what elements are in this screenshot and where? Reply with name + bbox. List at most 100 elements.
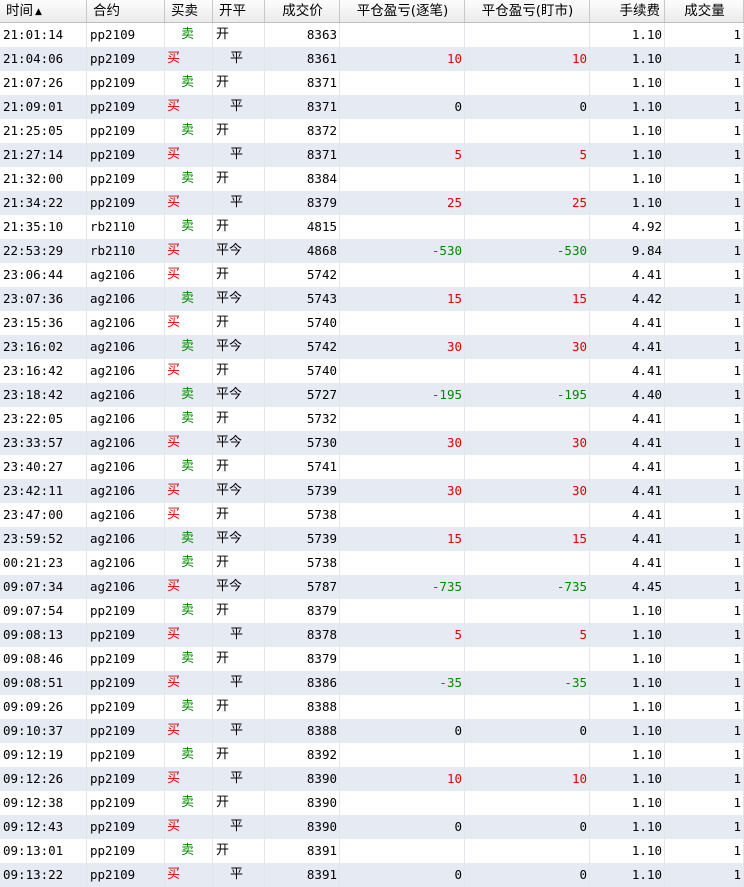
trade-side-cell: 卖: [165, 839, 213, 863]
trade-open-close-cell: 开: [213, 839, 265, 863]
close-flag: 平今: [216, 243, 243, 258]
trade-open-close-cell: 开: [213, 647, 265, 671]
table-row[interactable]: 21:25:05 pp2109 卖 开 8372 1.10 1: [0, 119, 744, 143]
column-header-fee[interactable]: 手续费: [590, 0, 665, 22]
trade-price: 8361: [265, 47, 340, 71]
table-row[interactable]: 23:40:27 ag2106 卖 开 5741 4.41 1: [0, 455, 744, 479]
table-row[interactable]: 23:42:11 ag2106 买平今 5739 30 30 4.41 1: [0, 479, 744, 503]
trade-symbol: pp2109: [87, 767, 165, 791]
open-flag: 开: [216, 747, 230, 762]
trade-pnl-mark: 5: [465, 623, 590, 647]
trade-volume: 1: [665, 47, 744, 71]
trade-side-cell: 买: [165, 479, 213, 503]
trade-pnl-by-trade: -35: [340, 671, 465, 695]
trade-time: 23:18:42: [0, 383, 87, 407]
table-row[interactable]: 09:08:46 pp2109 卖 开 8379 1.10 1: [0, 647, 744, 671]
trade-symbol: pp2109: [87, 863, 165, 887]
table-row[interactable]: 21:09:01 pp2109 买平 8371 0 0 1.10 1: [0, 95, 744, 119]
table-row[interactable]: 09:07:54 pp2109 卖 开 8379 1.10 1: [0, 599, 744, 623]
trade-pnl-by-trade: [340, 71, 465, 95]
trade-time: 09:07:34: [0, 575, 87, 599]
column-header-buy-sell[interactable]: 买卖: [165, 0, 213, 22]
column-header-open-close[interactable]: 开平: [213, 0, 265, 22]
side-buy: 买: [167, 195, 181, 210]
trade-volume: 1: [665, 791, 744, 815]
trade-symbol: ag2106: [87, 335, 165, 359]
column-header-symbol[interactable]: 合约: [87, 0, 165, 22]
table-row[interactable]: 09:12:38 pp2109 卖 开 8390 1.10 1: [0, 791, 744, 815]
trade-symbol: pp2109: [87, 143, 165, 167]
trade-pnl-mark: [465, 215, 590, 239]
table-row[interactable]: 09:13:01 pp2109 卖 开 8391 1.10 1: [0, 839, 744, 863]
table-row[interactable]: 23:06:44 ag2106 买 开 5742 4.41 1: [0, 263, 744, 287]
trade-price: 8371: [265, 143, 340, 167]
trade-fee: 1.10: [590, 119, 665, 143]
side-sell: 卖: [181, 747, 195, 762]
trade-price: 8388: [265, 719, 340, 743]
table-row[interactable]: 23:22:05 ag2106 卖 开 5732 4.41 1: [0, 407, 744, 431]
trade-fee: 1.10: [590, 599, 665, 623]
trade-pnl-by-trade: 0: [340, 719, 465, 743]
table-row[interactable]: 09:13:22 pp2109 买平 8391 0 0 1.10 1: [0, 863, 744, 887]
trade-open-close-cell: 平今: [213, 527, 265, 551]
table-row[interactable]: 09:12:26 pp2109 买平 8390 10 10 1.10 1: [0, 767, 744, 791]
column-header-pnl-mark-to-market[interactable]: 平仓盈亏(盯市): [465, 0, 590, 22]
close-flag: 平今: [216, 291, 243, 306]
table-row[interactable]: 09:09:26 pp2109 卖 开 8388 1.10 1: [0, 695, 744, 719]
table-row[interactable]: 09:12:43 pp2109 买平 8390 0 0 1.10 1: [0, 815, 744, 839]
table-row[interactable]: 21:04:06 pp2109 买平 8361 10 10 1.10 1: [0, 47, 744, 71]
table-row[interactable]: 00:21:23 ag2106 卖 开 5738 4.41 1: [0, 551, 744, 575]
column-header-price[interactable]: 成交价: [265, 0, 340, 22]
trade-side-cell: 买: [165, 263, 213, 287]
table-row[interactable]: 09:08:13 pp2109 买平 8378 5 5 1.10 1: [0, 623, 744, 647]
trade-price: 5739: [265, 527, 340, 551]
trade-pnl-mark: 5: [465, 143, 590, 167]
table-row[interactable]: 09:12:19 pp2109 卖 开 8392 1.10 1: [0, 743, 744, 767]
table-row[interactable]: 21:35:10 rb2110 卖 开 4815 4.92 1: [0, 215, 744, 239]
trade-pnl-by-trade: -735: [340, 575, 465, 599]
table-row[interactable]: 21:27:14 pp2109 买平 8371 5 5 1.10 1: [0, 143, 744, 167]
trade-symbol: ag2106: [87, 431, 165, 455]
trade-volume: 1: [665, 839, 744, 863]
table-row[interactable]: 22:53:29 rb2110 买平今 4868 -530 -530 9.84 1: [0, 239, 744, 263]
trade-side-cell: 卖: [165, 383, 213, 407]
trade-symbol: ag2106: [87, 383, 165, 407]
side-sell: 卖: [181, 219, 195, 234]
column-header-time[interactable]: 时间 ▲: [0, 0, 87, 22]
table-row[interactable]: 21:07:26 pp2109 卖 开 8371 1.10 1: [0, 71, 744, 95]
table-row[interactable]: 21:32:00 pp2109 卖 开 8384 1.10 1: [0, 167, 744, 191]
table-row[interactable]: 23:16:42 ag2106 买 开 5740 4.41 1: [0, 359, 744, 383]
table-row[interactable]: 23:47:00 ag2106 买 开 5738 4.41 1: [0, 503, 744, 527]
table-row[interactable]: 23:59:52 ag2106 卖平今 5739 15 15 4.41 1: [0, 527, 744, 551]
trade-fee: 9.84: [590, 239, 665, 263]
table-row[interactable]: 23:16:02 ag2106 卖平今 5742 30 30 4.41 1: [0, 335, 744, 359]
table-row[interactable]: 23:15:36 ag2106 买 开 5740 4.41 1: [0, 311, 744, 335]
trade-time: 23:16:02: [0, 335, 87, 359]
table-row[interactable]: 21:34:22 pp2109 买平 8379 25 25 1.10 1: [0, 191, 744, 215]
trade-fee: 4.41: [590, 479, 665, 503]
table-row[interactable]: 23:07:36 ag2106 卖平今 5743 15 15 4.42 1: [0, 287, 744, 311]
table-row[interactable]: 21:01:14 pp2109 卖 开 8363 1.10 1: [0, 23, 744, 47]
trade-open-close-cell: 开: [213, 695, 265, 719]
trade-fee: 1.10: [590, 47, 665, 71]
side-buy: 买: [167, 507, 181, 522]
column-header-pnl-by-trade[interactable]: 平仓盈亏(逐笔): [340, 0, 465, 22]
column-header-volume[interactable]: 成交量: [665, 0, 744, 22]
table-row[interactable]: 23:33:57 ag2106 买平今 5730 30 30 4.41 1: [0, 431, 744, 455]
table-row[interactable]: 09:07:34 ag2106 买平今 5787 -735 -735 4.45 1: [0, 575, 744, 599]
trade-symbol: pp2109: [87, 743, 165, 767]
trade-volume: 1: [665, 119, 744, 143]
table-row[interactable]: 23:18:42 ag2106 卖平今 5727 -195 -195 4.40 1: [0, 383, 744, 407]
trade-price: 5743: [265, 287, 340, 311]
table-row[interactable]: 09:08:51 pp2109 买平 8386 -35 -35 1.10 1: [0, 671, 744, 695]
close-flag: 平今: [216, 483, 243, 498]
table-row[interactable]: 09:10:37 pp2109 买平 8388 0 0 1.10 1: [0, 719, 744, 743]
trade-volume: 1: [665, 359, 744, 383]
sort-ascending-icon: ▲: [35, 7, 42, 17]
trade-time: 09:12:26: [0, 767, 87, 791]
side-sell: 卖: [181, 795, 195, 810]
trade-side-cell: 买: [165, 191, 213, 215]
trade-pnl-by-trade: 30: [340, 431, 465, 455]
side-buy: 买: [167, 483, 181, 498]
open-flag: 开: [216, 267, 230, 282]
